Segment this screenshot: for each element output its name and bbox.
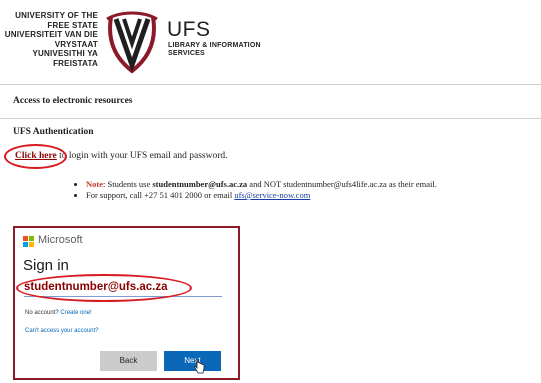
support-email-link[interactable]: ufs@service-now.com [234,190,310,200]
header-divider [0,84,541,85]
ufs-crest-icon [106,11,158,74]
back-button[interactable]: Back [100,351,157,371]
university-wordmark: UNIVERSITY OF THE FREE STATE UNIVERSITEI… [0,11,98,73]
brand-subtitle: LIBRARY & INFORMATION SERVICES [168,42,261,57]
microsoft-logo-icon [23,236,34,247]
signin-title: Sign in [23,257,69,274]
section-divider [0,118,541,119]
email-highlight [16,274,192,302]
university-name: UNIVERSITY OF THE FREE STATE UNIVERSITEI… [4,11,98,68]
microsoft-signin-card: Microsoft Sign in studentnumber@ufs.ac.z… [13,226,240,380]
list-item: For support, call +27 51 401 2000 or ema… [86,190,437,201]
brand-title: UFS [167,18,211,41]
list-item: Note: Students use studentnumber@ufs.ac.… [86,179,437,190]
notes-list: Note: Students use studentnumber@ufs.ac.… [74,179,437,201]
microsoft-brand: Microsoft [38,234,83,246]
no-account-text: No account? Create one! [25,310,92,316]
access-heading: Access to electronic resources [13,96,133,106]
cant-access-link[interactable]: Can't access your account? [25,328,99,334]
auth-heading: UFS Authentication [13,127,94,137]
create-account-link[interactable]: Create one! [60,310,91,316]
hand-cursor-icon [194,359,205,374]
login-text: to login with your UFS email and passwor… [56,151,228,161]
click-here-highlight [4,144,67,169]
